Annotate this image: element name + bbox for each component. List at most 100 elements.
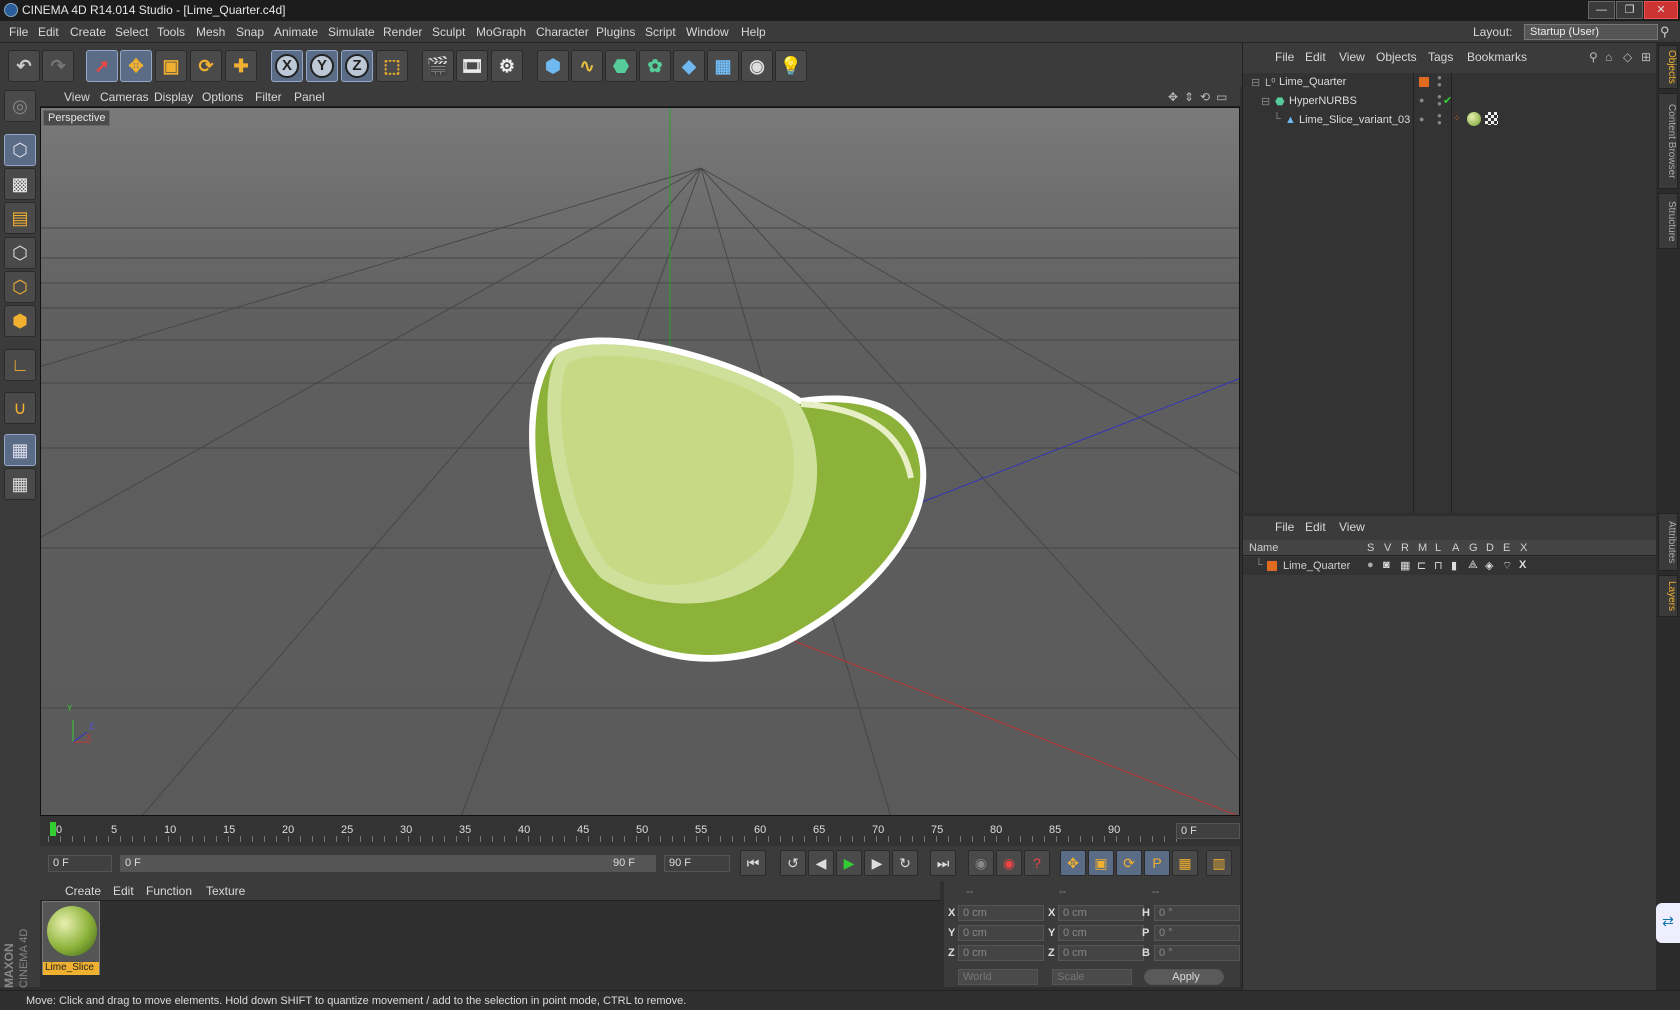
- render-picture-viewer-icon[interactable]: 🎞: [456, 50, 488, 82]
- menu-mesh[interactable]: Mesh: [196, 25, 225, 39]
- key-position-icon[interactable]: ✥: [1060, 850, 1086, 876]
- viewport-maximize-icon[interactable]: ▭: [1216, 90, 1227, 104]
- phong-tag-icon[interactable]: ⁘: [1453, 113, 1461, 124]
- view-toggle-icon[interactable]: ◙: [1383, 559, 1390, 571]
- coordinate-system-icon[interactable]: ⬚: [376, 50, 408, 82]
- prev-frame-icon[interactable]: ◀: [808, 850, 834, 876]
- viewport-menu-view[interactable]: View: [64, 90, 90, 104]
- object-row[interactable]: └ ▲ Lime_Slice_variant_03 ● ● ● ⁘: [1243, 111, 1657, 130]
- key-scale-icon[interactable]: ▣: [1088, 850, 1114, 876]
- viewport-menu-display[interactable]: Display: [154, 90, 193, 104]
- next-key-icon[interactable]: ↻: [892, 850, 918, 876]
- current-frame-field[interactable]: 0 F: [1176, 823, 1240, 839]
- snap-settings-icon[interactable]: ▦: [4, 468, 36, 500]
- light-icon[interactable]: 💡: [775, 50, 807, 82]
- play-icon[interactable]: ▶: [836, 850, 862, 876]
- obj-up-icon[interactable]: ◇: [1623, 50, 1632, 64]
- tab-structure[interactable]: Structure: [1658, 193, 1678, 249]
- preview-range-slider[interactable]: 0 F 90 F: [120, 855, 656, 872]
- obj-menu-edit[interactable]: Edit: [1305, 50, 1326, 64]
- enabled-check-icon[interactable]: ✔: [1443, 94, 1452, 107]
- object-name[interactable]: Lime_Slice_variant_03: [1299, 114, 1410, 126]
- array-generator-icon[interactable]: ✿: [639, 50, 671, 82]
- lime-wedge-model[interactable]: [529, 337, 927, 662]
- visibility-dots-icon[interactable]: ● ●: [1437, 112, 1442, 127]
- render-view-icon[interactable]: 🎬: [422, 50, 454, 82]
- end-frame-field[interactable]: 90 F: [664, 855, 730, 872]
- col-xref[interactable]: X: [1520, 542, 1527, 554]
- teamviewer-icon[interactable]: ⇄: [1656, 903, 1680, 943]
- scale-tool-icon[interactable]: ▣: [155, 50, 187, 82]
- generators-toggle-icon[interactable]: ⟁: [1468, 559, 1478, 572]
- obj-menu-view[interactable]: View: [1339, 50, 1365, 64]
- render-toggle-icon[interactable]: ▦: [1400, 559, 1410, 572]
- rot-h-field[interactable]: 0 °: [1154, 905, 1240, 921]
- material-menu-texture[interactable]: Texture: [206, 884, 245, 898]
- texture-mode-icon[interactable]: ▩: [4, 168, 36, 200]
- model-mode-icon[interactable]: ⬡: [4, 134, 36, 166]
- tab-layers[interactable]: Layers: [1658, 575, 1678, 617]
- lock-toggle-icon[interactable]: ⊓: [1434, 559, 1443, 572]
- go-to-start-icon[interactable]: ⏮: [740, 850, 766, 876]
- search-icon[interactable]: ⚲: [1660, 24, 1670, 40]
- uvw-tag-icon[interactable]: [1485, 112, 1498, 125]
- menu-tools[interactable]: Tools: [157, 25, 185, 39]
- pos-x-field[interactable]: 0 cm: [958, 905, 1044, 921]
- rot-p-field[interactable]: 0 °: [1154, 925, 1240, 941]
- cube-object-icon[interactable]: ⬢: [537, 50, 569, 82]
- menu-file[interactable]: File: [9, 25, 28, 39]
- polygons-mode-icon[interactable]: ⬢: [4, 305, 36, 337]
- layer-row[interactable]: └ Lime_Quarter ● ◙ ▦ ⊏ ⊓ ▮ ⟁ ◈ ⌔ X: [1243, 557, 1657, 575]
- viewport-zoom-icon[interactable]: ⇕: [1184, 90, 1194, 104]
- manager-toggle-icon[interactable]: ⊏: [1417, 559, 1426, 572]
- size-x-field[interactable]: 0 cm: [1058, 905, 1144, 921]
- go-to-end-icon[interactable]: ⏭: [930, 850, 956, 876]
- subdivision-surface-icon[interactable]: ⬣: [605, 50, 637, 82]
- menu-sculpt[interactable]: Sculpt: [432, 25, 465, 39]
- object-name[interactable]: Lime_Quarter: [1279, 76, 1346, 88]
- rotate-tool-icon[interactable]: ⟳: [190, 50, 222, 82]
- axis-mode-icon[interactable]: ∟: [4, 349, 36, 381]
- material-menu-create[interactable]: Create: [65, 884, 101, 898]
- keyframe-selection-icon[interactable]: ?: [1024, 850, 1050, 876]
- enable-snap-icon[interactable]: ▦: [4, 434, 36, 466]
- animation-toggle-icon[interactable]: ▮: [1451, 559, 1457, 572]
- make-editable-icon[interactable]: ◎: [4, 90, 36, 122]
- viewport-menu-cameras[interactable]: Cameras: [100, 90, 149, 104]
- maximize-button[interactable]: ❐: [1616, 1, 1643, 19]
- col-animation[interactable]: A: [1452, 542, 1459, 554]
- collapse-icon[interactable]: ⊟: [1251, 76, 1260, 89]
- menu-plugins[interactable]: Plugins: [596, 25, 635, 39]
- auto-keying-icon[interactable]: ◉: [996, 850, 1022, 876]
- timeline-window-icon[interactable]: ▥: [1206, 850, 1232, 876]
- pos-z-field[interactable]: 0 cm: [958, 945, 1044, 961]
- collapse-icon[interactable]: ⊟: [1261, 95, 1270, 108]
- layer-color-swatch[interactable]: [1267, 561, 1277, 571]
- render-settings-icon[interactable]: ⚙: [491, 50, 523, 82]
- obj-new-window-icon[interactable]: ⊞: [1641, 50, 1651, 64]
- visibility-dots-icon[interactable]: ● ●: [1437, 93, 1442, 108]
- camera-icon[interactable]: ◉: [741, 50, 773, 82]
- expressions-toggle-icon[interactable]: ⌔: [1502, 559, 1512, 573]
- prev-key-icon[interactable]: ↺: [780, 850, 806, 876]
- col-locked[interactable]: L: [1435, 542, 1441, 554]
- rot-b-field[interactable]: 0 °: [1154, 945, 1240, 961]
- viewport-menu-options[interactable]: Options: [202, 90, 243, 104]
- timeline-ruler[interactable]: 0 5 10 15 20 25 30 35 40 45 50 55 60 65 …: [40, 816, 1240, 846]
- floor-scene-icon[interactable]: ▦: [707, 50, 739, 82]
- material-thumbnail[interactable]: Lime_Slice: [42, 901, 100, 975]
- record-keys-icon[interactable]: ◉: [968, 850, 994, 876]
- material-menu-edit[interactable]: Edit: [113, 884, 134, 898]
- key-parameter-icon[interactable]: P: [1144, 850, 1170, 876]
- col-generators[interactable]: G: [1469, 542, 1478, 554]
- 3d-viewport[interactable]: Perspective Y Z X: [40, 107, 1240, 816]
- layout-select[interactable]: Startup (User): [1524, 24, 1658, 40]
- tab-content-browser[interactable]: Content Browser: [1658, 93, 1678, 189]
- menu-mograph[interactable]: MoGraph: [476, 25, 526, 39]
- xref-toggle-icon[interactable]: X: [1519, 559, 1526, 571]
- workplane-mode-icon[interactable]: ▤: [4, 202, 36, 234]
- obj-search-icon[interactable]: ⚲: [1589, 50, 1598, 64]
- layer-name[interactable]: Lime_Quarter: [1283, 560, 1350, 572]
- edges-mode-icon[interactable]: ⬡: [4, 271, 36, 303]
- menu-render[interactable]: Render: [383, 25, 422, 39]
